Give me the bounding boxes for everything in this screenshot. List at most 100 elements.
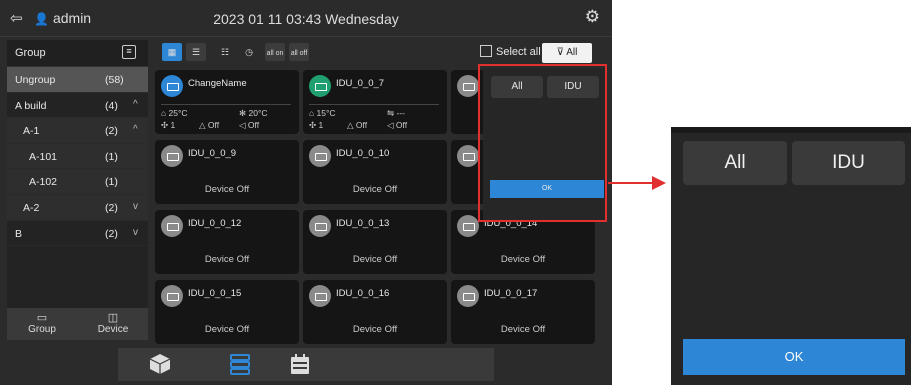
device-status: Device Off [500,324,546,335]
sidebar-item-count: (2) [105,125,118,138]
room-temp-value: 15°C [316,108,336,118]
fan-speed-value: 1 [170,120,176,130]
timer-icon[interactable]: ◷ [239,43,259,61]
divider [309,104,439,105]
device-card[interactable]: IDU_0_0_7 ⌂ 15°C ⇋ --- ✣ 1 △ Off ◁ Off [303,70,447,134]
sidebar-item-count: (1) [105,150,118,163]
fan-speed: ✣ 1 [161,120,176,130]
zoom-filter-ok-button[interactable]: OK [683,339,905,375]
swing-status-value: Off [395,120,408,130]
sidebar-item-count: (2) [105,227,118,240]
add-device-button[interactable]: ◫ Device [78,308,148,340]
sidebar-item-a-102[interactable]: A-102 (1) [7,169,148,195]
indoor-unit-icon [309,215,331,237]
group-sidebar: Group ≡ Ungroup (58) A build (4) ^ A-1 (2) ^ … [7,40,148,340]
set-temp: ⇋ --- [387,108,405,118]
chevron-up-icon[interactable]: ^ [133,99,138,110]
grid-view-icon[interactable]: ▦ [162,43,182,61]
indoor-unit-icon [309,145,331,167]
zoomed-filter-popup: All IDU OK [671,127,911,385]
filter-icon: ⊽ [556,47,567,58]
device-name: IDU_0_0_15 [188,288,242,299]
set-temp: ✻ 20°C [239,108,268,118]
indoor-unit-icon [457,215,479,237]
device-card[interactable]: IDU_0_0_9 Device Off [155,140,299,204]
swing-status-value: Off [247,120,260,130]
divider [161,104,291,105]
mode-status-value: Off [207,120,220,130]
device-list-icon[interactable] [228,353,252,375]
sidebar-item-a-2[interactable]: A-2 (2) v [7,194,148,221]
indoor-unit-icon [309,75,331,97]
filter-button[interactable]: ⊽ All [542,43,592,63]
app-window: ⇦ 👤 admin 2023 01 11 03:43 Wednesday ⚙ Gr… [0,0,612,385]
sidebar-item-count: (1) [105,176,118,189]
all-on-button[interactable]: all on [265,43,285,61]
arrow-right-icon [652,176,666,190]
device-status: Device Off [204,184,250,195]
calendar-icon[interactable] [288,353,312,375]
device-card[interactable]: IDU_0_0_10 Device Off [303,140,447,204]
device-name: IDU_0_0_9 [188,148,237,159]
zoom-filter-all-button[interactable]: All [683,141,787,185]
bottom-nav [118,348,494,381]
device-card[interactable]: IDU_0_0_15 Device Off [155,280,299,344]
indoor-unit-icon [161,75,183,97]
room-temp: ⌂ 15°C [309,108,336,118]
add-group-button[interactable]: ▭ Group [7,308,77,340]
sidebar-item-a-1[interactable]: A-1 (2) ^ [7,118,148,144]
indoor-unit-icon [457,285,479,307]
mode-status: △ Off [347,120,368,130]
device-status: Device Off [352,254,398,265]
filter-label: All [566,47,578,58]
device-name: IDU_0_0_7 [336,78,385,89]
device-name: IDU_0_0_12 [188,218,242,229]
device-status: Device Off [204,324,250,335]
device-card[interactable]: IDU_0_0_13 Device Off [303,210,447,274]
sidebar-title: Group [15,47,46,59]
device-name: IDU_0_0_16 [336,288,390,299]
sidebar-item-ungroup[interactable]: Ungroup (58) [7,67,148,93]
sidebar-item-label: A-2 [23,201,40,214]
cube-icon[interactable] [148,353,172,375]
mode-status: △ Off [199,120,220,130]
sidebar-item-a-101[interactable]: A-101 (1) [7,143,148,170]
device-card[interactable]: IDU_0_0_16 Device Off [303,280,447,344]
chevron-up-icon[interactable]: ^ [133,124,138,135]
sidebar-item-label: Ungroup [15,74,56,86]
sidebar-item-b[interactable]: B (2) v [7,221,148,247]
device-card[interactable]: IDU_0_0_12 Device Off [155,210,299,274]
set-temp-value: 20°C [248,108,268,118]
zoom-filter-idu-button[interactable]: IDU [792,141,905,185]
sidebar-item-a-build[interactable]: A build (4) ^ [7,93,148,119]
device-status: Device Off [500,254,546,265]
group-menu-icon[interactable]: ≡ [122,45,136,59]
device-icon: ◫ [107,312,119,324]
device-name: IDU_0_0_13 [336,218,390,229]
settings-gear-icon[interactable]: ⚙ [585,7,600,27]
list-view-icon[interactable]: ☰ [186,43,206,61]
settings-sliders-icon[interactable]: ☷ [215,43,235,61]
device-status: Device Off [204,254,250,265]
sidebar-item-count: (4) [105,99,118,112]
device-status: Device Off [352,324,398,335]
sidebar-item-count: (2) [105,201,118,214]
all-off-button[interactable]: all off [289,43,309,61]
sidebar-item-label: A build [15,99,47,112]
device-name: ChangeName [188,78,247,89]
device-name: IDU_0_0_17 [484,288,538,299]
mode-status-value: Off [355,120,368,130]
indoor-unit-icon [457,75,479,97]
chevron-down-icon[interactable]: v [133,227,138,238]
device-card[interactable]: IDU_0_0_17 Device Off [451,280,595,344]
top-bar: ⇦ 👤 admin 2023 01 11 03:43 Wednesday ⚙ [0,0,612,37]
checkbox-icon [480,45,492,57]
toolbar: ▦ ☰ ☷ ◷ all on all off Select all ⊽ All [155,40,605,66]
sidebar-item-label: B [15,227,23,240]
sidebar-footer: ▭ Group ◫ Device [7,308,148,340]
swing-status: ◁ Off [387,120,408,130]
chevron-down-icon[interactable]: v [133,201,138,212]
device-card[interactable]: ChangeName ⌂ 25°C ✻ 20°C ✣ 1 △ Off ◁ Off [155,70,299,134]
all-off-label: all off [290,50,308,57]
select-all-checkbox[interactable]: Select all [480,45,541,58]
